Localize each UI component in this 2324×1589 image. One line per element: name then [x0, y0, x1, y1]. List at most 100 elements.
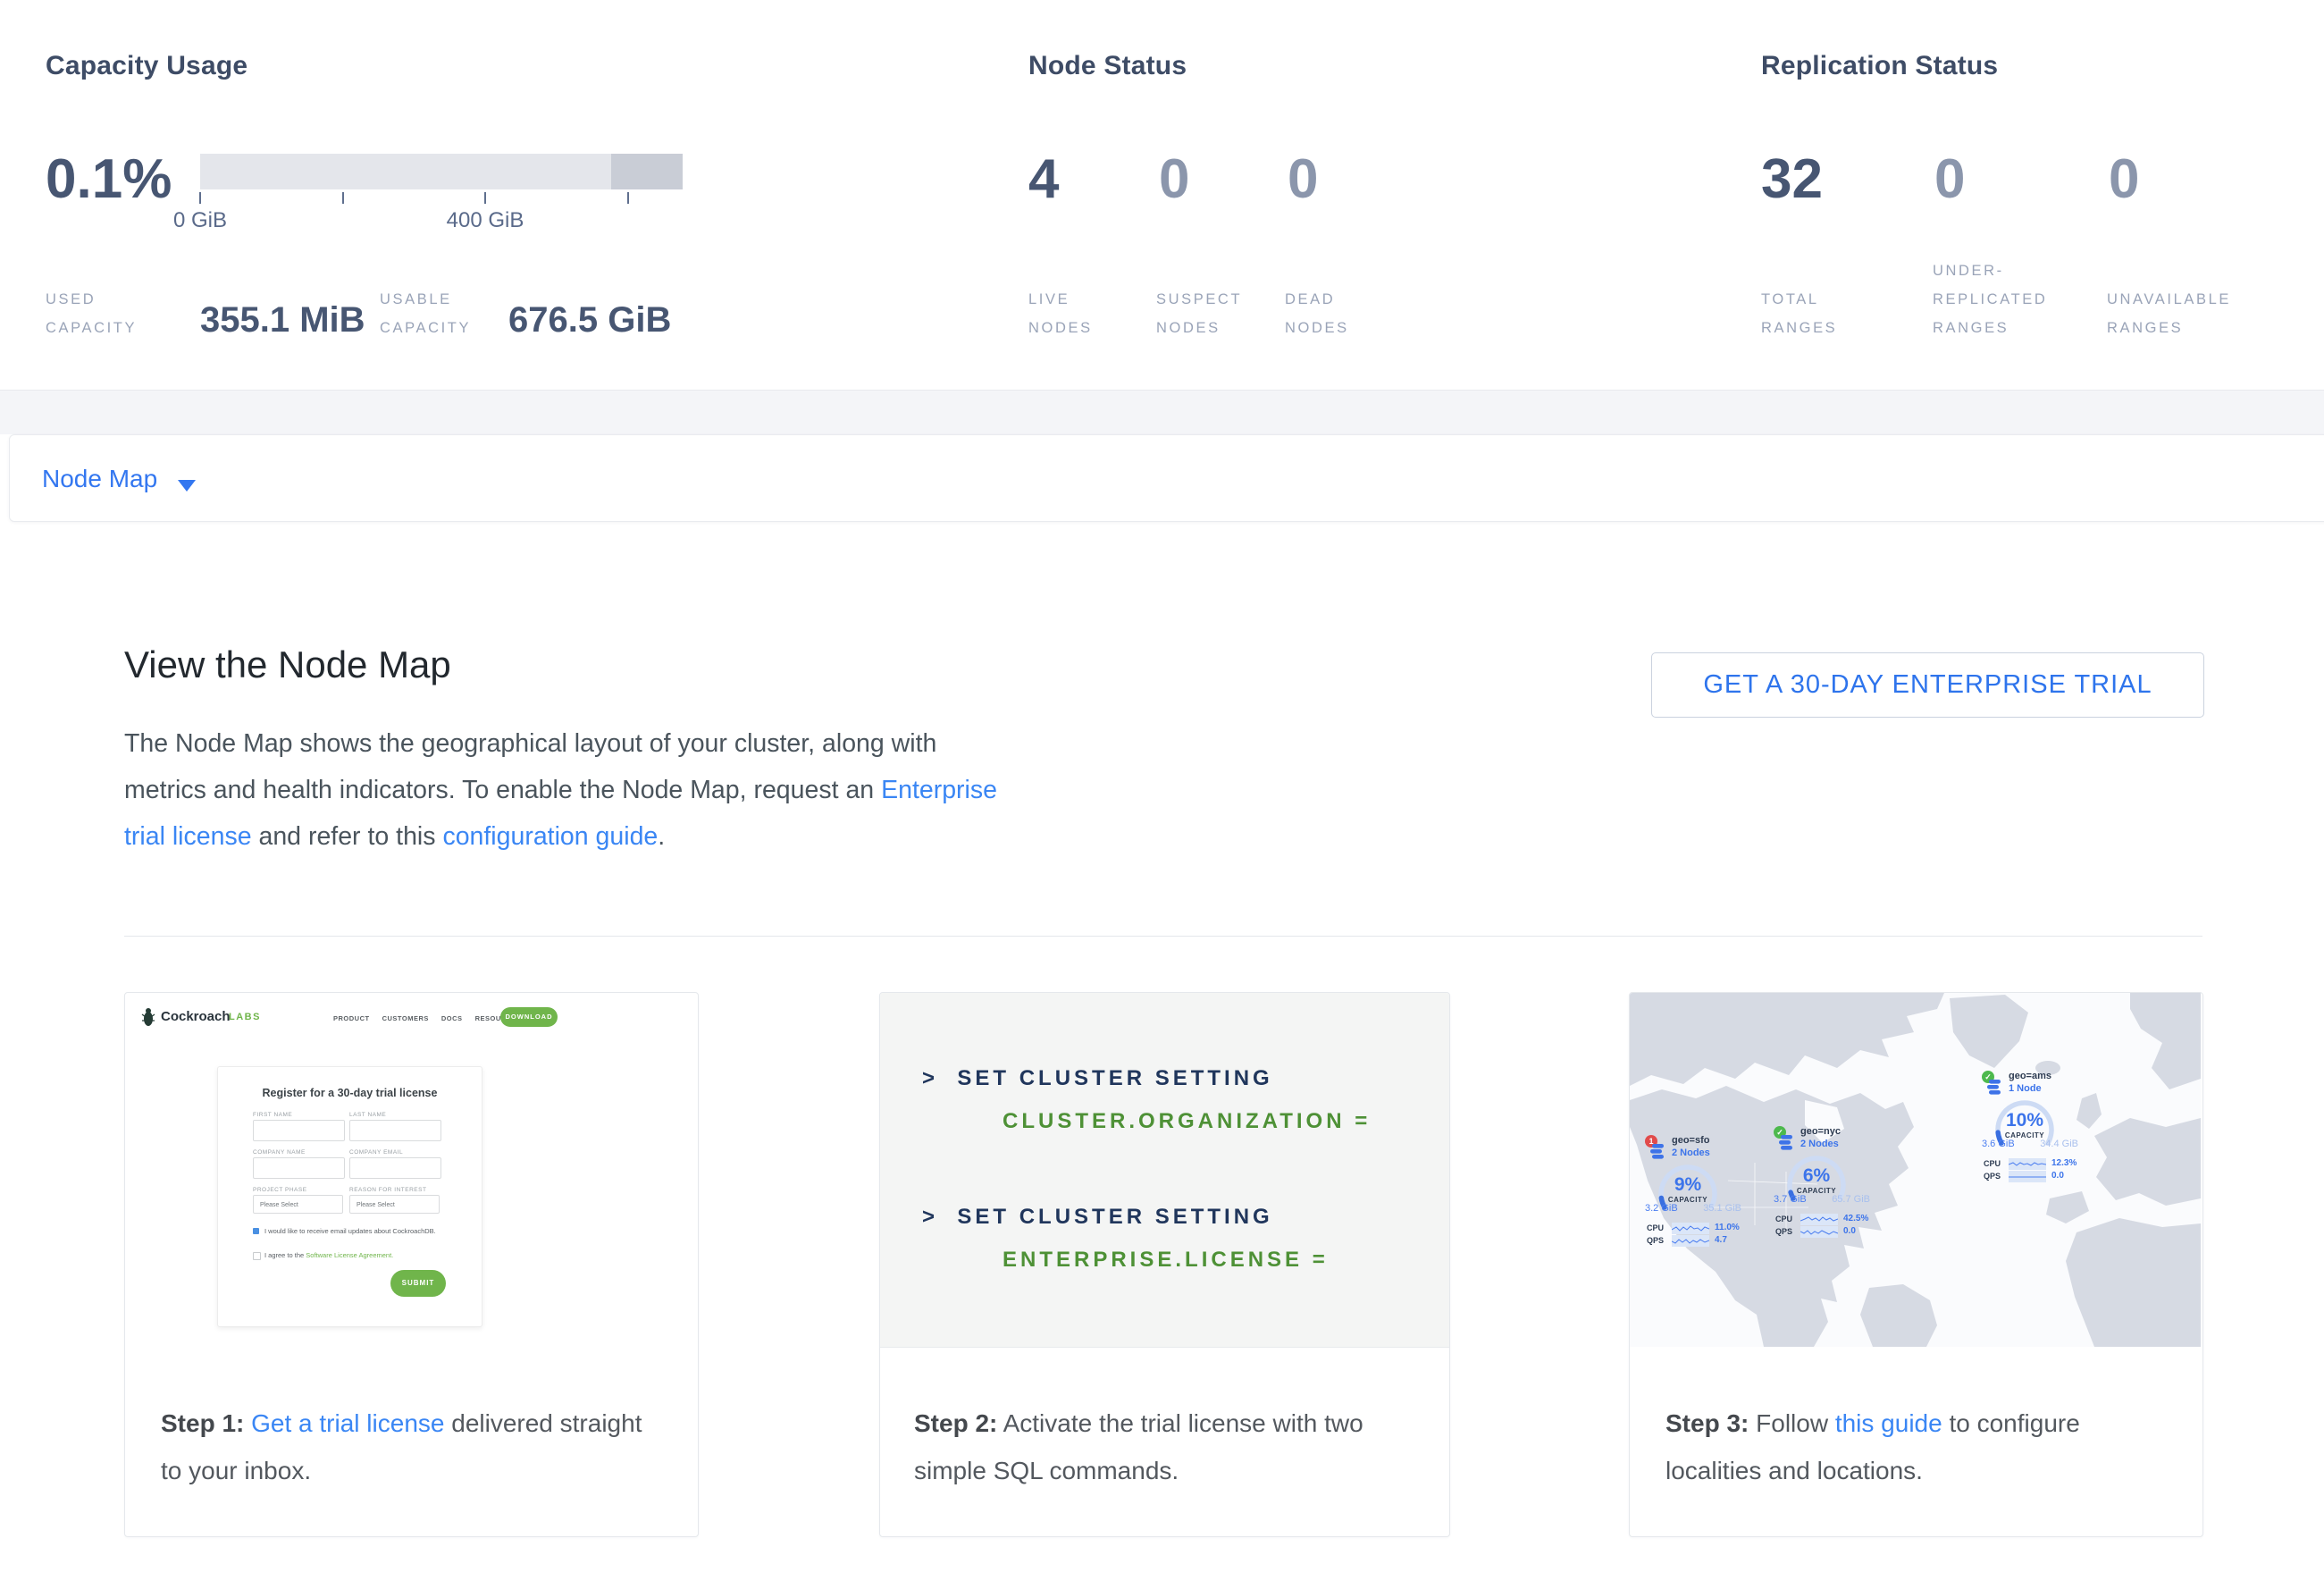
capacity-bar-other-segment: [611, 154, 683, 189]
suspect-nodes-label: SUSPECT: [1156, 292, 1242, 307]
sql-command-line: CLUSTER.ORGANIZATION =: [1003, 1109, 1371, 1134]
mini-field-label: LAST NAME: [349, 1112, 386, 1118]
locality-marker-sfo: 1 geo=sfo 2 Nodes 9% CAPACITY 3.2 GiB 35…: [1645, 1135, 1779, 1269]
capacity-axis-tick: [484, 192, 486, 204]
mini-checkbox-checked: [253, 1228, 259, 1234]
cluster-overview-page: Capacity Usage 0.1% 0 GiB 400 GiB USED C…: [0, 0, 2324, 1589]
capacity-tick-label-400: 400 GiB: [423, 208, 548, 233]
locality-marker-nyc: ✓ geo=nyc 2 Nodes 6% CAPACITY 3.7 GiB 65…: [1774, 1126, 1908, 1260]
node-status-title: Node Status: [1028, 51, 1187, 81]
suspect-nodes-value: 0: [1159, 152, 1189, 207]
capacity-percent: 6%: [1784, 1165, 1849, 1187]
step3-card: 1 geo=sfo 2 Nodes 9% CAPACITY 3.2 GiB 35…: [1629, 992, 2203, 1537]
mini-checkbox-unchecked: [253, 1252, 261, 1260]
unavailable-ranges-value: 0: [2109, 152, 2139, 207]
under-replicated-label: RANGES: [1933, 321, 2009, 336]
cpu-sparkline: [1672, 1223, 1709, 1234]
mini-nav-item: DOCS: [441, 1014, 463, 1022]
page-title: View the Node Map: [124, 643, 451, 686]
used-capacity-label: USED: [46, 292, 96, 307]
capacity-usage-title: Capacity Usage: [46, 51, 248, 81]
mini-field-label: PROJECT PHASE: [253, 1187, 307, 1193]
view-selector[interactable]: Node Map: [9, 434, 2324, 522]
dead-nodes-value: 0: [1288, 152, 1318, 207]
sql-snippet-background: [880, 993, 1449, 1348]
nodes-stack-icon: [1650, 1144, 1665, 1160]
nodes-stack-icon: [1987, 1080, 2001, 1096]
total-ranges-label: TOTAL: [1761, 292, 1819, 307]
dead-nodes-label: DEAD: [1285, 292, 1335, 307]
qps-sparkline: [1672, 1235, 1709, 1247]
locality-name: geo=nyc: [1800, 1126, 1841, 1137]
mini-form-title: Register for a 30-day trial license: [218, 1087, 482, 1099]
locality-name: geo=ams: [2009, 1071, 2051, 1081]
mini-first-name-field: [253, 1120, 345, 1141]
locality-node-count: 2 Nodes: [1800, 1139, 1839, 1149]
capacity-usage-bar: [200, 154, 683, 189]
unavailable-ranges-label: UNAVAILABLE: [2107, 292, 2231, 307]
this-guide-link[interactable]: this guide: [1835, 1409, 1942, 1437]
used-gib: 3.2 GiB: [1645, 1203, 1678, 1214]
total-gib: 34.4 GiB: [2034, 1139, 2078, 1149]
enterprise-trial-license-link[interactable]: trial license: [124, 822, 252, 851]
mini-license-agreement-link: Software License Agreement.: [306, 1251, 393, 1259]
total-gib: 35.1 GiB: [1697, 1203, 1741, 1214]
cpu-sparkline: [1800, 1214, 1838, 1225]
live-nodes-label: LIVE: [1028, 292, 1070, 307]
capacity-axis-tick: [342, 192, 344, 204]
mini-submit-button: SUBMIT: [390, 1270, 446, 1297]
live-nodes-value: 4: [1028, 152, 1059, 207]
cpu-sparkline: [2009, 1158, 2046, 1170]
cockroach-labs-wordmark: Cockroach: [161, 1009, 231, 1024]
used-capacity-label: CAPACITY: [46, 321, 137, 336]
sql-command-line: ENTERPRISE.LICENSE =: [1003, 1248, 1329, 1273]
used-gib: 3.6 GiB: [1982, 1139, 2015, 1149]
under-replicated-value: 0: [1934, 152, 1965, 207]
qps-sparkline: [2009, 1171, 2046, 1182]
description-line: metrics and health indicators. To enable…: [124, 767, 997, 813]
step3-caption: Step 3: Follow this guide to configure l…: [1665, 1400, 2080, 1494]
mini-reason-select: Please Select: [349, 1195, 440, 1214]
mini-last-name-field: [349, 1120, 441, 1141]
live-nodes-label: NODES: [1028, 321, 1093, 336]
enterprise-trial-button[interactable]: GET A 30-DAY ENTERPRISE TRIAL: [1651, 652, 2204, 718]
suspect-nodes-label: NODES: [1156, 321, 1221, 336]
under-replicated-label: UNDER-: [1933, 264, 2004, 279]
description-line: The Node Map shows the geographical layo…: [124, 720, 997, 767]
used-gib: 3.7 GiB: [1774, 1194, 1807, 1205]
mini-download-button: DOWNLOAD: [500, 1007, 558, 1027]
mini-field-label: REASON FOR INTEREST: [349, 1187, 426, 1193]
mini-field-label: COMPANY EMAIL: [349, 1149, 403, 1156]
usable-capacity-label: USABLE: [380, 292, 452, 307]
used-capacity-value: 355.1 MiB: [200, 302, 365, 338]
capacity-tick-label-0: 0 GiB: [138, 208, 263, 233]
mini-checkbox-label: I would like to receive email updates ab…: [264, 1227, 436, 1235]
enterprise-trial-license-link[interactable]: Enterprise: [881, 776, 997, 804]
locality-node-count: 1 Node: [2009, 1083, 2042, 1094]
capacity-percent: 9%: [1656, 1174, 1720, 1196]
step2-caption: Step 2: Activate the trial license with …: [914, 1400, 1363, 1494]
capacity-used-percent: 0.1%: [46, 152, 172, 207]
step1-card: Cockroach LABS PRODUCT CUSTOMERS DOCS RE…: [124, 992, 699, 1537]
locality-name: geo=sfo: [1672, 1135, 1709, 1146]
total-gib: 65.7 GiB: [1825, 1194, 1870, 1205]
description-line: trial license and refer to this configur…: [124, 813, 997, 860]
usable-capacity-value: 676.5 GiB: [508, 302, 671, 338]
mini-checkbox-label: I agree to the Software License Agreemen…: [264, 1251, 393, 1259]
mini-company-email-field: [349, 1157, 441, 1179]
step2-card: > SET CLUSTER SETTING CLUSTER.ORGANIZATI…: [879, 992, 1450, 1537]
sql-command-line: > SET CLUSTER SETTING: [922, 1066, 1273, 1091]
total-ranges-label: RANGES: [1761, 321, 1837, 336]
get-trial-license-link[interactable]: Get a trial license: [251, 1409, 444, 1437]
capacity-percent: 10%: [1993, 1110, 2057, 1131]
capacity-axis-tick: [627, 192, 629, 204]
cockroach-bug-icon: [141, 1007, 155, 1027]
view-selector-label[interactable]: Node Map: [42, 465, 157, 493]
node-map-description: The Node Map shows the geographical layo…: [124, 720, 997, 860]
dead-nodes-label: NODES: [1285, 321, 1349, 336]
mini-field-label: FIRST NAME: [253, 1112, 292, 1118]
replication-status-title: Replication Status: [1761, 51, 1998, 81]
configuration-guide-link[interactable]: configuration guide: [442, 822, 658, 851]
capacity-axis-tick: [199, 192, 201, 204]
unavailable-ranges-label: RANGES: [2107, 321, 2183, 336]
